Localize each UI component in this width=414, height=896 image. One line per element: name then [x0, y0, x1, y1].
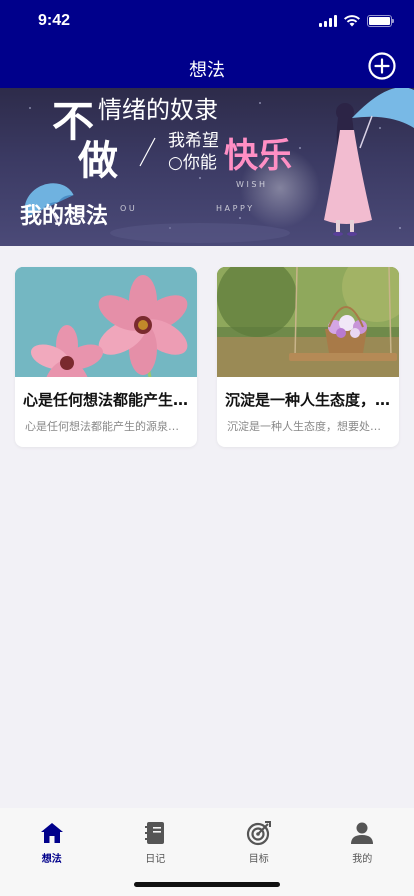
card-image-swing [217, 267, 399, 377]
tab-label: 想法 [41, 854, 62, 865]
plus-circle-icon[interactable] [368, 52, 396, 80]
banner-art-text-happy-en: H A P P Y [216, 204, 253, 213]
banner-art-text-wish: W I S H [236, 180, 265, 189]
banner-title: 我的想法 [20, 204, 109, 229]
notebook-icon [145, 822, 165, 844]
tab-label: 日记 [145, 854, 166, 865]
card-title: 沉淀是一种人生态度，想要处理好 [225, 391, 399, 409]
battery-icon [367, 15, 394, 27]
tab-ideas[interactable]: 想法 [0, 808, 104, 896]
tab-label: 目标 [248, 854, 269, 865]
status-time: 9:42 [38, 12, 71, 29]
card-image-flower [15, 267, 197, 377]
card-title: 心是任何想法都能产生的源泉 [23, 391, 197, 409]
idea-card[interactable]: 心是任何想法都能产生的源泉 心是任何想法都能产生的源泉，想要处理好 [15, 267, 197, 447]
banner-art-text-line1: 情绪的奴隶 [98, 96, 218, 124]
wifi-icon [344, 15, 360, 27]
top-bar: 9:42 想法 [0, 0, 414, 88]
banner-art-text-can: ○你能 [168, 153, 217, 173]
page-title: 想法 [189, 60, 225, 81]
idea-card-list: 心是任何想法都能产生的源泉 心是任何想法都能产生的源泉，想要处理好 [15, 267, 399, 447]
tab-label: 我的 [352, 854, 373, 865]
card-description: 沉淀是一种人生态度，想要处理好每一件事 [227, 420, 399, 433]
banner[interactable]: 不 情绪的奴隶 做 我希望 ○你能 快乐 W I S H O U H A P P… [0, 88, 414, 246]
home-indicator[interactable] [134, 882, 280, 887]
tab-profile[interactable]: 我的 [311, 808, 414, 896]
banner-art-text-zuo: 做 [78, 137, 118, 184]
signal-icon [319, 15, 337, 27]
banner-art-text-happy: 快乐 [224, 136, 292, 176]
idea-card[interactable]: 沉淀是一种人生态度，想要处理好 沉淀是一种人生态度，想要处理好每一件事 [217, 267, 399, 447]
card-description: 心是任何想法都能产生的源泉，想要处理好 [25, 420, 197, 433]
home-icon [40, 823, 63, 843]
banner-art-text-you: O U [120, 204, 135, 213]
target-icon [246, 821, 271, 846]
status-bar: 9:42 [0, 0, 414, 44]
status-icons [319, 15, 394, 27]
person-icon [351, 822, 374, 844]
